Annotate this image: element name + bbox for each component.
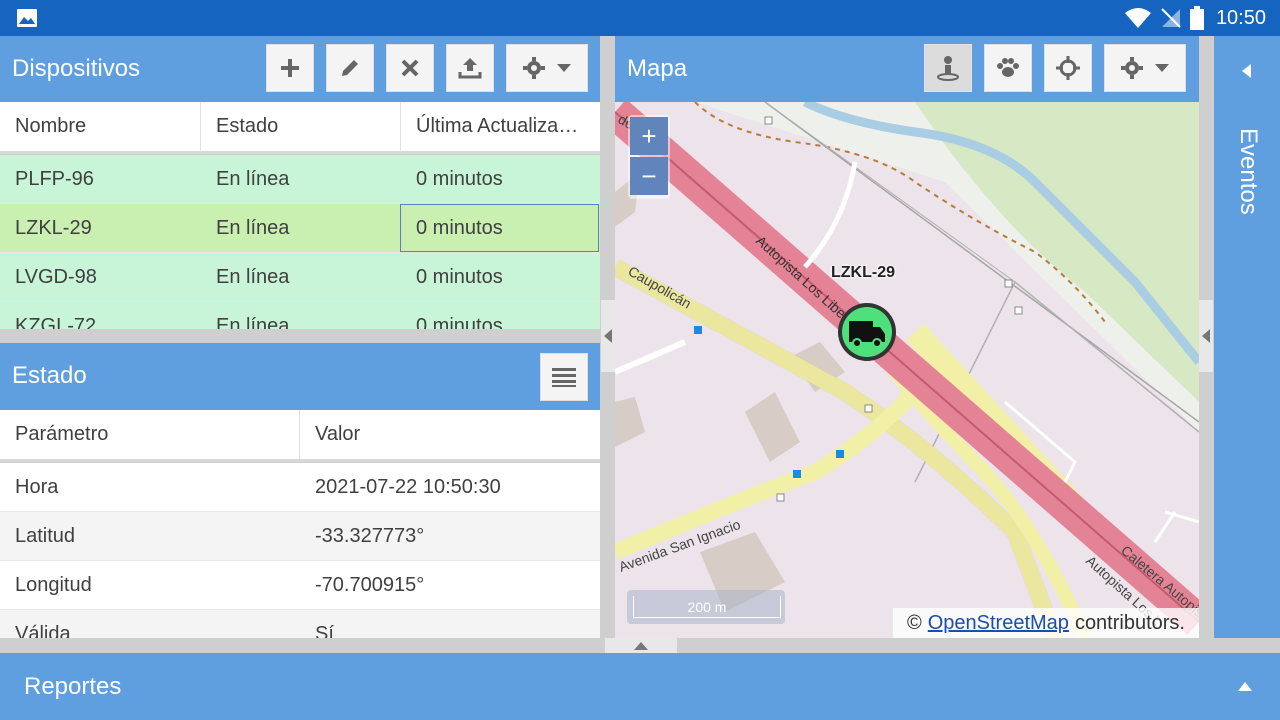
- devices-list: PLFP-96 En línea 0 minutos LZKL-29 En lí…: [0, 155, 600, 329]
- state-param: Hora: [15, 475, 59, 498]
- gear-icon: [1121, 57, 1143, 79]
- chevron-left-icon: [604, 329, 612, 343]
- chevron-up-icon: [634, 641, 648, 650]
- state-list: Hora 2021-07-22 10:50:30 Latitud -33.327…: [0, 463, 600, 638]
- gear-icon: [523, 57, 545, 79]
- map-tiles: Caupolicán Autopista Los Libertadores Av…: [615, 102, 1199, 638]
- image-icon: [17, 9, 37, 27]
- reports-panel[interactable]: Reportes: [0, 653, 1280, 720]
- state-grid-header: Parámetro Valor: [0, 410, 600, 462]
- devices-grid-header: Nombre Estado Última Actualiza…: [0, 102, 600, 154]
- zoom-out-button[interactable]: −: [630, 157, 668, 195]
- device-row[interactable]: LVGD-98 En línea 0 minutos: [0, 253, 600, 302]
- collapse-bottom-button[interactable]: [605, 638, 677, 653]
- map-header: Mapa: [615, 36, 1199, 102]
- pencil-icon: [342, 60, 358, 76]
- device-last-update: 0 minutos: [400, 204, 599, 252]
- collapse-right-button[interactable]: [1199, 300, 1213, 372]
- device-row[interactable]: KZGL-72 En línea 0 minutos: [0, 302, 600, 329]
- upload-icon: [458, 58, 482, 79]
- zoom-control: + −: [628, 115, 670, 199]
- state-param: Válida: [15, 622, 71, 639]
- state-value: Sí: [315, 622, 334, 639]
- device-status: En línea: [216, 216, 290, 239]
- chevron-up-icon[interactable]: [1238, 682, 1252, 691]
- device-last-update: 0 minutos: [416, 167, 503, 190]
- scale-line: 200 m: [627, 590, 785, 624]
- signal-off-icon: [1161, 8, 1181, 28]
- chevron-left-icon: [1202, 329, 1210, 343]
- column-header-last-update[interactable]: Última Actualiza…: [401, 102, 600, 151]
- state-value: -33.327773°: [315, 524, 425, 547]
- device-marker[interactable]: [838, 303, 896, 361]
- chevron-down-icon: [557, 64, 571, 72]
- openstreetmap-link[interactable]: OpenStreetMap: [928, 612, 1069, 635]
- state-value: -70.700915°: [315, 573, 425, 596]
- devices-header: Dispositivos: [0, 36, 600, 102]
- state-row[interactable]: Longitud -70.700915°: [0, 561, 600, 610]
- follow-device-button[interactable]: [924, 44, 972, 92]
- list-icon: [552, 368, 576, 387]
- close-icon: [401, 59, 419, 77]
- state-columns-button[interactable]: [540, 353, 588, 401]
- column-header-name[interactable]: Nombre: [0, 102, 201, 151]
- battery-icon: [1189, 6, 1204, 30]
- remove-device-button[interactable]: [386, 44, 434, 92]
- devices-title: Dispositivos: [12, 55, 141, 82]
- device-row[interactable]: PLFP-96 En línea 0 minutos: [0, 155, 600, 204]
- state-row[interactable]: Hora 2021-07-22 10:50:30: [0, 463, 600, 512]
- state-title: Estado: [12, 362, 87, 389]
- zoom-in-button[interactable]: +: [630, 117, 668, 155]
- events-title: Eventos: [1235, 128, 1262, 215]
- state-value: 2021-07-22 10:50:30: [315, 475, 501, 498]
- add-device-button[interactable]: [266, 44, 314, 92]
- device-name: KZGL-72: [15, 314, 97, 330]
- state-param: Latitud: [15, 524, 76, 547]
- events-panel[interactable]: Eventos: [1214, 36, 1280, 638]
- crosshair-icon: [1056, 56, 1080, 80]
- device-row-selected[interactable]: LZKL-29 En línea 0 minutos: [0, 204, 600, 253]
- device-status: En línea: [216, 265, 290, 288]
- attribution-prefix: ©: [906, 611, 922, 634]
- column-header-status[interactable]: Estado: [201, 102, 401, 151]
- status-bar: 10:50: [0, 0, 1280, 36]
- reports-title: Reportes: [24, 673, 122, 700]
- map-attribution: © OpenStreetMap contributors.: [892, 608, 1199, 638]
- plus-icon: [281, 59, 299, 77]
- locate-button[interactable]: [1044, 44, 1092, 92]
- device-last-update: 0 minutos: [416, 314, 503, 330]
- state-param: Longitud: [15, 573, 92, 596]
- device-last-update: 0 minutos: [416, 265, 503, 288]
- map-view[interactable]: Caupolicán Autopista Los Libertadores Av…: [615, 102, 1199, 638]
- device-status: En línea: [216, 314, 290, 330]
- map-title: Mapa: [627, 55, 688, 82]
- upload-button[interactable]: [446, 44, 494, 92]
- clock: 10:50: [1215, 6, 1266, 29]
- device-name: PLFP-96: [15, 167, 94, 190]
- map-settings-button[interactable]: [1104, 44, 1186, 92]
- device-settings-button[interactable]: [506, 44, 588, 92]
- device-name: LVGD-98: [15, 265, 97, 288]
- scale-label: 200 m: [633, 596, 781, 618]
- paw-icon: [997, 58, 1019, 77]
- wifi-icon: [1124, 8, 1151, 28]
- collapse-left-button[interactable]: [601, 300, 615, 372]
- expand-events-icon[interactable]: [1242, 64, 1251, 78]
- device-name: LZKL-29: [15, 216, 92, 239]
- attribution-suffix: contributors.: [1074, 611, 1185, 634]
- state-row[interactable]: Latitud -33.327773°: [0, 512, 600, 561]
- marker-label: LZKL-29: [831, 264, 895, 281]
- state-row[interactable]: Válida Sí: [0, 610, 600, 638]
- state-header: Estado: [0, 343, 600, 410]
- column-header-value[interactable]: Valor: [300, 410, 600, 459]
- device-status: En línea: [216, 167, 290, 190]
- person-pin-icon: [937, 56, 959, 81]
- chevron-down-icon: [1155, 64, 1169, 72]
- show-history-button[interactable]: [984, 44, 1032, 92]
- column-header-parameter[interactable]: Parámetro: [0, 410, 300, 459]
- edit-device-button[interactable]: [326, 44, 374, 92]
